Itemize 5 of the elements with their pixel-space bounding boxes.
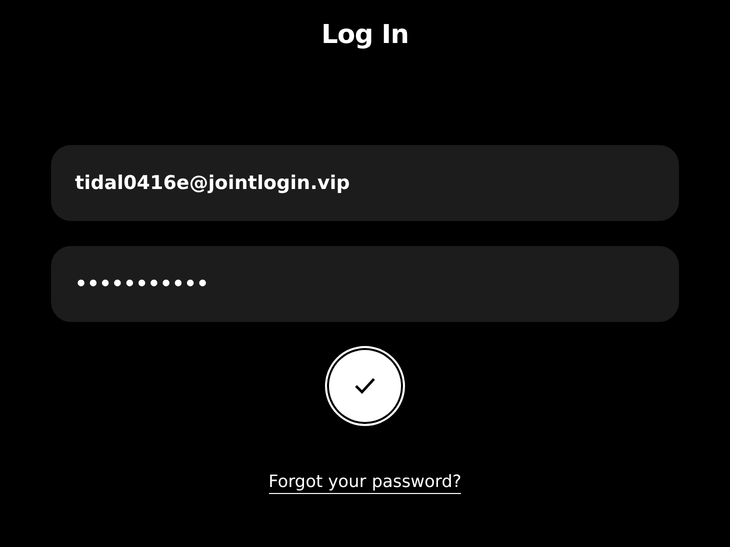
email-field[interactable]: tidal0416e@jointlogin.vip (51, 145, 679, 221)
checkmark-icon (354, 377, 376, 395)
password-field[interactable]: ••••••••••• (51, 246, 679, 322)
page-title: Log In (321, 19, 409, 52)
forgot-password-link[interactable]: Forgot your password? (268, 472, 462, 494)
